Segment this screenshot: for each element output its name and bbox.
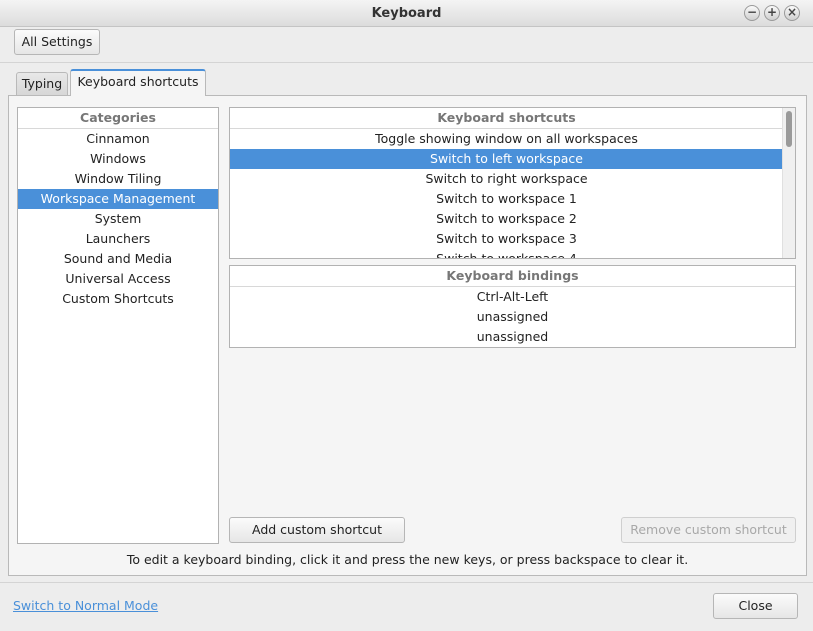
categories-list[interactable]: Categories Cinnamon Windows Window Tilin… (17, 107, 219, 544)
category-item[interactable]: Universal Access (18, 269, 218, 289)
title-bar[interactable]: Keyboard − + × (0, 0, 813, 27)
shortcuts-header: Keyboard shortcuts (230, 108, 783, 129)
shortcut-item[interactable]: Switch to workspace 4 (230, 249, 783, 258)
shortcut-item-selected[interactable]: Switch to left workspace (230, 149, 783, 169)
tab-keyboard-shortcuts[interactable]: Keyboard shortcuts (70, 69, 206, 96)
keyboard-settings-window: Keyboard − + × All Settings Typing Keybo… (0, 0, 813, 631)
bindings-header: Keyboard bindings (230, 266, 795, 287)
maximize-icon[interactable]: + (764, 5, 780, 21)
binding-item[interactable]: unassigned (230, 327, 795, 347)
category-item[interactable]: Window Tiling (18, 169, 218, 189)
shortcut-item[interactable]: Switch to workspace 3 (230, 229, 783, 249)
shortcut-item[interactable]: Switch to workspace 1 (230, 189, 783, 209)
category-item[interactable]: Custom Shortcuts (18, 289, 218, 309)
category-item[interactable]: Cinnamon (18, 129, 218, 149)
shortcuts-scrollbar[interactable] (782, 108, 795, 258)
shortcut-item[interactable]: Switch to workspace 2 (230, 209, 783, 229)
shortcuts-list[interactable]: Keyboard shortcuts Toggle showing window… (229, 107, 796, 259)
category-item[interactable]: Windows (18, 149, 218, 169)
remove-custom-shortcut-button[interactable]: Remove custom shortcut (621, 517, 796, 543)
add-custom-shortcut-button[interactable]: Add custom shortcut (229, 517, 405, 543)
all-settings-button[interactable]: All Settings (14, 29, 100, 55)
help-text: To edit a keyboard binding, click it and… (126, 552, 689, 567)
categories-header: Categories (18, 108, 218, 129)
switch-to-normal-mode-link[interactable]: Switch to Normal Mode (13, 597, 158, 615)
bindings-list[interactable]: Keyboard bindings Ctrl-Alt-Left unassign… (229, 265, 796, 348)
shortcuts-list-content: Keyboard shortcuts Toggle showing window… (230, 108, 783, 258)
category-item[interactable]: Launchers (18, 229, 218, 249)
toolbar-divider (0, 62, 813, 63)
shortcut-item[interactable]: Switch to right workspace (230, 169, 783, 189)
minimize-icon[interactable]: − (744, 5, 760, 21)
binding-item[interactable]: unassigned (230, 307, 795, 327)
category-item-selected[interactable]: Workspace Management (18, 189, 218, 209)
close-icon[interactable]: × (784, 5, 800, 21)
category-item[interactable]: System (18, 209, 218, 229)
shortcut-item[interactable]: Toggle showing window on all workspaces (230, 129, 783, 149)
category-item[interactable]: Sound and Media (18, 249, 218, 269)
footer-divider (0, 582, 813, 583)
window-title: Keyboard (371, 6, 442, 21)
binding-item[interactable]: Ctrl-Alt-Left (230, 287, 795, 307)
scrollbar-thumb[interactable] (786, 111, 792, 147)
tab-typing[interactable]: Typing (16, 72, 68, 96)
close-button[interactable]: Close (713, 593, 798, 619)
